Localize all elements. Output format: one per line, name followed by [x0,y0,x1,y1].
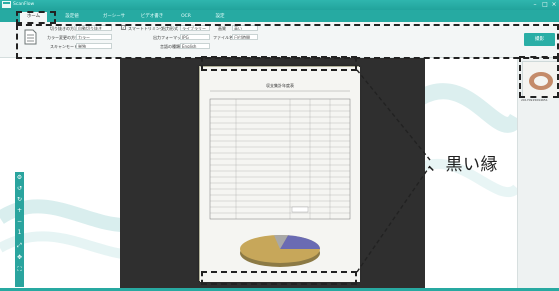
fit-screen-icon[interactable]: ⤢ [16,242,23,249]
annotation-highlight-bottom-edge [201,271,357,285]
rotate-right-icon[interactable]: ↻ [16,196,23,203]
app-logo-icon [2,1,11,8]
zoom-in-icon[interactable]: + [16,207,23,214]
title-bar: ScanFlow – □ × [0,0,559,10]
thumbnail-filename: 20170915094651 [521,98,548,102]
document-pie-chart [240,235,320,267]
annotation-highlight-thumbnail [519,56,559,98]
app-title: ScanFlow [13,2,35,7]
zoom-out-icon[interactable]: − [16,218,23,225]
tab-settings-value-label: 設定値 [65,14,79,19]
fullscreen-icon[interactable]: ⛶ [16,266,23,273]
rotate-left-icon[interactable]: ↺ [16,185,23,192]
tab-video-label: ビデオ書き [140,14,164,19]
annotation-highlight-home-tab [16,11,56,24]
tab-ocr-label: OCR [181,14,191,19]
maximize-icon[interactable]: □ [541,1,549,9]
scanned-document[interactable]: 収支集計年度表 [199,66,360,282]
annotation-callout-text: 、黒い縁 [428,155,498,175]
annotation-highlight-top-edge [201,56,357,71]
minimize-icon[interactable]: – [531,1,539,9]
document-title: 収支集計年度表 [266,82,294,88]
move-icon[interactable]: ✥ [16,254,23,261]
menu-tab-bar: ホーム 設定値 ガーシーサ ビデオ書き OCR 設定 [0,10,559,22]
tab-gasisa-label: ガーシーサ [102,14,126,19]
actual-size-icon[interactable]: 1 [16,229,23,236]
scanner-app-window: ScanFlow – □ × ホーム 設定値 ガーシーサ ビデオ書き OCR 設… [0,0,559,291]
tab-video[interactable]: ビデオ書き [135,12,169,22]
tab-settings-value[interactable]: 設定値 [58,12,86,22]
document-table-grid [210,99,350,219]
tab-config-label: 設定 [215,14,225,19]
tab-config[interactable]: 設定 [210,12,230,22]
tab-gasisa[interactable]: ガーシーサ [97,12,131,22]
settings-icon[interactable]: ⚙ [16,174,23,181]
scanned-document-content: 収支集計年度表 [200,67,360,282]
close-icon[interactable]: × [550,1,558,9]
annotation-highlight-settings [16,24,559,59]
tab-ocr[interactable]: OCR [176,12,196,22]
view-tools-sidebar: ⚙ ↺ ↻ + − 1 ⤢ ✥ ⛶ [15,172,24,287]
